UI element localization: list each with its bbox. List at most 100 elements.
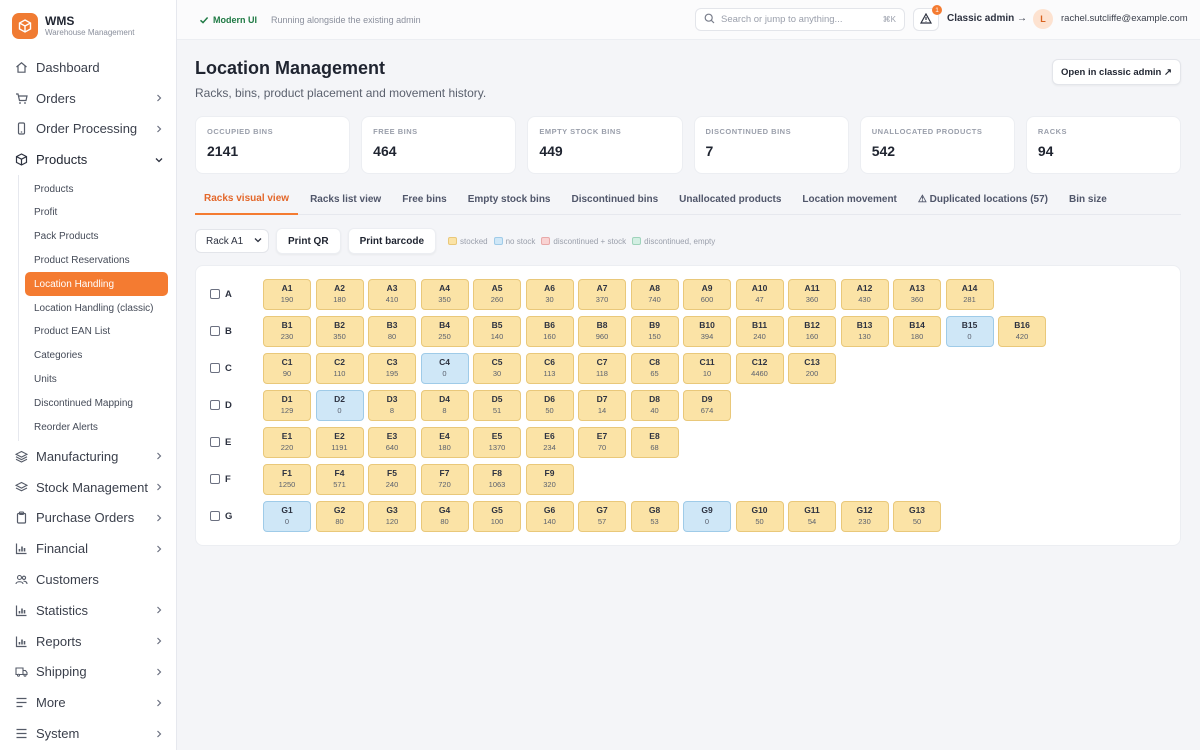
bin-g6[interactable]: G6 140 bbox=[525, 500, 574, 532]
bin-c1[interactable]: C1 90 bbox=[263, 352, 311, 384]
sidebar-item-manufacturing[interactable]: Manufacturing bbox=[0, 441, 176, 472]
sidebar-item-purchase-orders[interactable]: Purchase Orders bbox=[0, 503, 176, 534]
bin-f7[interactable]: F7 720 bbox=[420, 463, 469, 495]
bin-g13[interactable]: G13 50 bbox=[893, 500, 941, 532]
bin-a3[interactable]: A3 410 bbox=[368, 278, 416, 310]
bin-b2[interactable]: B2 350 bbox=[315, 315, 364, 347]
bin-g2[interactable]: G2 80 bbox=[315, 500, 364, 532]
sidebar-item-customers[interactable]: Customers bbox=[0, 564, 176, 595]
subnav-item-products[interactable]: Products bbox=[25, 177, 168, 201]
bin-a8[interactable]: A8 740 bbox=[630, 278, 679, 310]
tab-empty-stock-bins[interactable]: Empty stock bins bbox=[459, 184, 560, 214]
bin-a7[interactable]: A7 370 bbox=[578, 278, 626, 310]
subnav-item-product-ean-list[interactable]: Product EAN List bbox=[25, 320, 168, 344]
bin-g1[interactable]: G1 0 bbox=[263, 500, 311, 532]
sidebar-item-dashboard[interactable]: Dashboard bbox=[0, 52, 176, 83]
sidebar-item-financial[interactable]: Financial bbox=[0, 533, 176, 564]
bin-g5[interactable]: G5 100 bbox=[473, 500, 521, 532]
tab-racks-list-view[interactable]: Racks list view bbox=[301, 184, 390, 214]
bin-e2[interactable]: E2 1191 bbox=[315, 426, 364, 458]
bin-b5[interactable]: B5 140 bbox=[473, 315, 521, 347]
bin-a11[interactable]: A11 360 bbox=[788, 278, 836, 310]
sidebar-item-products[interactable]: Products bbox=[0, 144, 176, 175]
subnav-item-location-handling-classic[interactable]: Location Handling (classic) bbox=[25, 296, 168, 320]
subnav-item-location-handling[interactable]: Location Handling bbox=[25, 272, 168, 297]
bin-e6[interactable]: E6 234 bbox=[525, 426, 574, 458]
bin-d3[interactable]: D3 8 bbox=[368, 389, 416, 421]
sidebar-item-system[interactable]: System bbox=[0, 718, 176, 749]
bin-a14[interactable]: A14 281 bbox=[945, 278, 994, 310]
bin-c13[interactable]: C13 200 bbox=[788, 352, 836, 384]
subnav-item-discontinued-mapping[interactable]: Discontinued Mapping bbox=[25, 391, 168, 415]
row-select-checkbox[interactable] bbox=[210, 511, 220, 521]
sidebar-item-stock-management[interactable]: Stock Management bbox=[0, 472, 176, 503]
print-qr-button[interactable]: Print QR bbox=[276, 228, 341, 254]
sidebar-item-more[interactable]: More bbox=[0, 687, 176, 718]
bin-f9[interactable]: F9 320 bbox=[525, 463, 574, 495]
bin-b3[interactable]: B3 80 bbox=[368, 315, 416, 347]
bin-b10[interactable]: B10 394 bbox=[683, 315, 731, 347]
bin-b8[interactable]: B8 960 bbox=[578, 315, 626, 347]
avatar[interactable]: L bbox=[1033, 9, 1053, 29]
bin-e7[interactable]: E7 70 bbox=[578, 426, 626, 458]
bin-c7[interactable]: C7 118 bbox=[578, 352, 626, 384]
bin-c6[interactable]: C6 113 bbox=[525, 352, 574, 384]
tab-duplicated-locations-57[interactable]: ⚠ Duplicated locations (57) bbox=[909, 184, 1057, 214]
bin-b15[interactable]: B15 0 bbox=[945, 315, 994, 347]
bin-e3[interactable]: E3 640 bbox=[368, 426, 416, 458]
alerts-button[interactable]: 1 bbox=[913, 5, 942, 31]
bin-g12[interactable]: G12 230 bbox=[840, 500, 889, 532]
bin-b11[interactable]: B11 240 bbox=[735, 315, 784, 347]
bin-f5[interactable]: F5 240 bbox=[368, 463, 416, 495]
bin-b1[interactable]: B1 230 bbox=[263, 315, 311, 347]
bin-f4[interactable]: F4 571 bbox=[315, 463, 364, 495]
subnav-item-profit[interactable]: Profit bbox=[25, 201, 168, 225]
bin-b12[interactable]: B12 160 bbox=[788, 315, 836, 347]
bin-a5[interactable]: A5 260 bbox=[473, 278, 521, 310]
bin-d7[interactable]: D7 14 bbox=[578, 389, 626, 421]
bin-c8[interactable]: C8 65 bbox=[630, 352, 679, 384]
open-classic-admin-button[interactable]: Open in classic admin ↗ bbox=[1052, 59, 1181, 85]
bin-b4[interactable]: B4 250 bbox=[420, 315, 469, 347]
bin-d2[interactable]: D2 0 bbox=[315, 389, 364, 421]
tab-unallocated-products[interactable]: Unallocated products bbox=[670, 184, 790, 214]
sidebar-item-shipping[interactable]: Shipping bbox=[0, 657, 176, 688]
bin-b6[interactable]: B6 160 bbox=[525, 315, 574, 347]
bin-c5[interactable]: C5 30 bbox=[473, 352, 521, 384]
tab-racks-visual-view[interactable]: Racks visual view bbox=[195, 184, 299, 215]
row-select-checkbox[interactable] bbox=[210, 400, 220, 410]
bin-d6[interactable]: D6 50 bbox=[525, 389, 574, 421]
bin-a1[interactable]: A1 190 bbox=[263, 278, 311, 310]
row-select-checkbox[interactable] bbox=[210, 437, 220, 447]
user-email[interactable]: rachel.sutcliffe@example.com bbox=[1061, 13, 1188, 24]
bin-b13[interactable]: B13 130 bbox=[840, 315, 889, 347]
bin-f1[interactable]: F1 1250 bbox=[263, 463, 311, 495]
bin-d8[interactable]: D8 40 bbox=[630, 389, 679, 421]
bin-g3[interactable]: G3 120 bbox=[368, 500, 416, 532]
tab-location-movement[interactable]: Location movement bbox=[793, 184, 905, 214]
bin-e1[interactable]: E1 220 bbox=[263, 426, 311, 458]
sidebar-item-order-processing[interactable]: Order Processing bbox=[0, 114, 176, 145]
row-select-checkbox[interactable] bbox=[210, 363, 220, 373]
bin-f8[interactable]: F8 1063 bbox=[473, 463, 521, 495]
bin-g7[interactable]: G7 57 bbox=[578, 500, 626, 532]
bin-g4[interactable]: G4 80 bbox=[420, 500, 469, 532]
bin-a13[interactable]: A13 360 bbox=[893, 278, 941, 310]
subnav-item-units[interactable]: Units bbox=[25, 368, 168, 392]
bin-c11[interactable]: C11 10 bbox=[683, 352, 731, 384]
row-select-checkbox[interactable] bbox=[210, 289, 220, 299]
bin-g10[interactable]: G10 50 bbox=[735, 500, 784, 532]
classic-admin-link[interactable]: Classic admin → bbox=[947, 13, 1027, 24]
bin-c3[interactable]: C3 195 bbox=[368, 352, 416, 384]
bin-d5[interactable]: D5 51 bbox=[473, 389, 521, 421]
row-select-checkbox[interactable] bbox=[210, 474, 220, 484]
bin-b14[interactable]: B14 180 bbox=[893, 315, 941, 347]
bin-e4[interactable]: E4 180 bbox=[420, 426, 469, 458]
sidebar-item-orders[interactable]: Orders bbox=[0, 83, 176, 114]
tab-free-bins[interactable]: Free bins bbox=[393, 184, 455, 214]
sidebar-item-statistics[interactable]: Statistics bbox=[0, 595, 176, 626]
print-barcode-button[interactable]: Print barcode bbox=[347, 228, 437, 254]
tab-bin-size[interactable]: Bin size bbox=[1060, 184, 1116, 214]
bin-e5[interactable]: E5 1370 bbox=[473, 426, 521, 458]
subnav-item-reorder-alerts[interactable]: Reorder Alerts bbox=[25, 415, 168, 439]
